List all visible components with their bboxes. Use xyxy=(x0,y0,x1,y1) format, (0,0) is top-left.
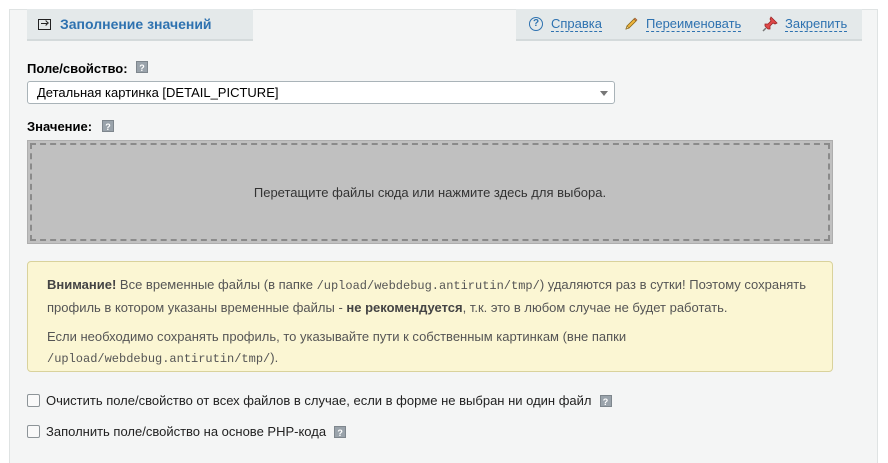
pin-link[interactable]: Закрепить xyxy=(762,16,848,32)
hint-icon[interactable]: ? xyxy=(334,425,347,438)
field-select[interactable]: Детальная картинка [DETAIL_PICTURE] xyxy=(27,81,615,104)
warning-paragraph-1: Внимание! Все временные файлы (в папке /… xyxy=(47,277,807,315)
rename-label: Переименовать xyxy=(646,16,742,32)
help-link[interactable]: ? Справка xyxy=(528,16,602,32)
field-select-value: Детальная картинка [DETAIL_PICTURE] xyxy=(37,85,279,100)
dropzone-text: Перетащите файлы сюда или нажмите здесь … xyxy=(253,184,607,200)
pin-label: Закрепить xyxy=(785,16,848,32)
help-icon: ? xyxy=(528,16,544,32)
hint-icon[interactable]: ? xyxy=(599,394,612,407)
panel-title: Заполнение значений xyxy=(60,16,212,32)
clear-option-label[interactable]: Очистить поле/свойство от всех файлов в … xyxy=(46,393,592,408)
hint-icon[interactable]: ? xyxy=(136,61,148,73)
warning-note: Внимание! Все временные файлы (в папке /… xyxy=(27,261,833,372)
warning-paragraph-2: Если необходимо сохранять профиль, то ук… xyxy=(47,329,627,366)
field-label: Поле/свойство: xyxy=(27,61,128,76)
rename-link[interactable]: Переименовать xyxy=(623,16,742,32)
pin-icon xyxy=(762,16,778,32)
php-option: Заполнить поле/свойство на основе PHP-ко… xyxy=(27,424,347,439)
help-label: Справка xyxy=(551,16,602,32)
file-dropzone[interactable]: Перетащите файлы сюда или нажмите здесь … xyxy=(27,140,833,244)
pencil-icon xyxy=(623,16,639,32)
chevron-down-icon xyxy=(600,91,608,96)
value-label: Значение: xyxy=(27,119,93,134)
clear-checkbox[interactable] xyxy=(27,394,40,407)
panel-actions: ? Справка Переименовать Закрепить xyxy=(516,9,862,41)
hint-icon[interactable]: ? xyxy=(102,120,114,132)
php-option-label[interactable]: Заполнить поле/свойство на основе PHP-ко… xyxy=(46,424,326,439)
php-checkbox[interactable] xyxy=(27,425,40,438)
panel-title-tab: Заполнение значений xyxy=(27,9,253,41)
clear-option: Очистить поле/свойство от всех файлов в … xyxy=(27,393,612,408)
enter-icon xyxy=(38,18,51,30)
